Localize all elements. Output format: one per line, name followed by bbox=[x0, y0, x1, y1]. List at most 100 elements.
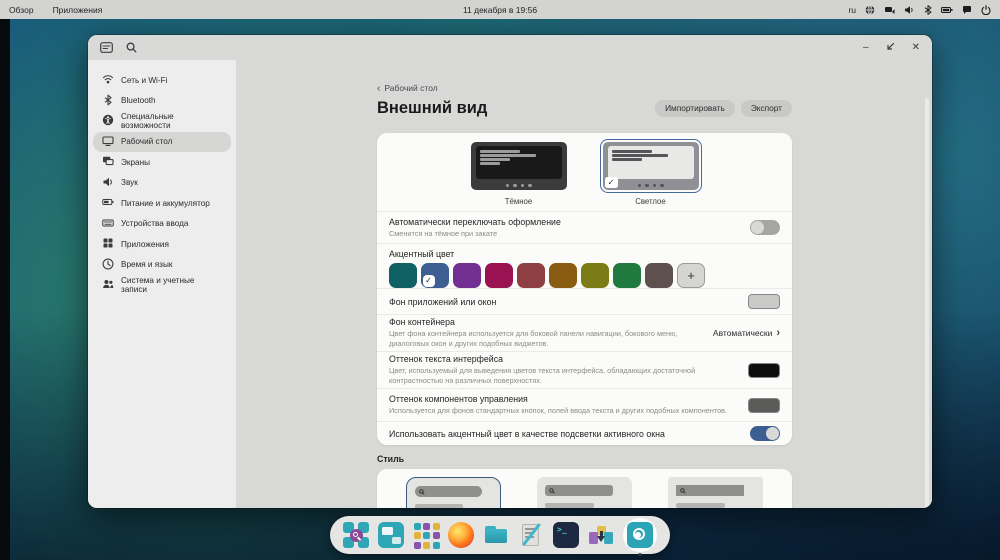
breadcrumb-label[interactable]: Рабочий стол bbox=[384, 83, 437, 93]
text-editor-icon[interactable] bbox=[518, 522, 544, 548]
accent-swatch-amber[interactable] bbox=[549, 263, 577, 288]
accent-swatch-blue-selected[interactable]: ✓ bbox=[421, 263, 449, 288]
accent-swatch-olive[interactable] bbox=[581, 263, 609, 288]
appearance-card: Тёмное ✓ Светлое Автоматически переключа… bbox=[377, 133, 792, 445]
style-preview-straight bbox=[668, 477, 763, 508]
import-button[interactable]: Импортировать bbox=[655, 99, 735, 117]
style-option-straight[interactable]: Прямой bbox=[668, 477, 763, 508]
controls-tint-row: Оттенок компонентов управления Используе… bbox=[377, 388, 792, 421]
sidebar-item-label: Рабочий стол bbox=[121, 137, 173, 147]
close-button[interactable]: ✕ bbox=[912, 42, 920, 53]
text-tint-title: Оттенок текста интерфейса bbox=[389, 354, 503, 365]
sidebar-item-applications[interactable]: Приложения bbox=[93, 234, 231, 255]
keyboard-layout-indicator[interactable]: ru bbox=[848, 5, 856, 15]
page-title: Внешний вид bbox=[377, 98, 488, 117]
style-option-slightly-round[interactable]: Слегка округлый bbox=[537, 477, 632, 508]
theme-option-dark[interactable]: Тёмное bbox=[468, 139, 570, 206]
minimize-button[interactable]: – bbox=[863, 42, 869, 53]
sidebar-item-accounts[interactable]: Система и учетные записи bbox=[93, 275, 231, 296]
window-controls: – ✕ bbox=[863, 42, 920, 54]
desktop-icon bbox=[102, 135, 121, 149]
app-background-swatch[interactable] bbox=[748, 294, 780, 309]
activities-search-icon[interactable] bbox=[343, 522, 369, 548]
style-card: ✓ Округлый Слегка округлый bbox=[377, 469, 792, 508]
sidebar-item-label: Система и учетные записи bbox=[121, 276, 195, 295]
sidebar-item-label: Экраны bbox=[121, 157, 150, 167]
window-list-icon[interactable] bbox=[100, 42, 113, 53]
sidebar-item-accessibility[interactable]: Специальные возможности bbox=[93, 111, 231, 132]
sidebar-item-desktop[interactable]: Рабочий стол bbox=[93, 131, 231, 152]
window-titlebar[interactable]: – ✕ bbox=[88, 35, 932, 60]
sidebar-item-power[interactable]: Питание и аккумулятор bbox=[93, 193, 231, 214]
accent-swatch-purple[interactable] bbox=[453, 263, 481, 288]
bluetooth-icon[interactable] bbox=[924, 4, 932, 15]
sidebar-item-displays[interactable]: Экраны bbox=[93, 152, 231, 173]
window-tiling-icon[interactable] bbox=[378, 522, 404, 548]
globe-icon[interactable] bbox=[865, 4, 875, 15]
selected-check-icon: ✓ bbox=[422, 274, 435, 287]
controls-tint-swatch[interactable] bbox=[748, 397, 780, 413]
accent-swatch-taupe[interactable] bbox=[645, 263, 673, 288]
sidebar-item-input-devices[interactable]: Устройства ввода bbox=[93, 214, 231, 235]
firefox-icon[interactable] bbox=[448, 522, 474, 548]
bluetooth-icon bbox=[102, 94, 121, 108]
dark-theme-preview bbox=[470, 142, 567, 190]
accent-swatch-teal[interactable] bbox=[389, 263, 417, 288]
style-preview-round: ✓ bbox=[406, 477, 501, 508]
software-store-icon[interactable] bbox=[588, 522, 614, 548]
accent-highlight-toggle[interactable] bbox=[750, 426, 780, 441]
files-icon[interactable] bbox=[483, 522, 509, 548]
restore-button[interactable] bbox=[886, 42, 895, 54]
accessibility-icon bbox=[102, 114, 121, 128]
back-chevron-icon[interactable]: ‹ bbox=[377, 83, 380, 94]
accent-swatch-crimson[interactable] bbox=[485, 263, 513, 288]
sidebar-item-time-language[interactable]: Время и язык bbox=[93, 255, 231, 276]
accent-swatch-brick[interactable] bbox=[517, 263, 545, 288]
export-button[interactable]: Экспорт bbox=[740, 99, 792, 117]
theme-selector-row: Тёмное ✓ Светлое bbox=[377, 133, 792, 211]
battery-icon bbox=[102, 196, 121, 210]
theme-label: Светлое bbox=[635, 197, 666, 206]
settings-icon[interactable] bbox=[627, 522, 653, 548]
add-accent-color-button[interactable]: + bbox=[677, 263, 705, 288]
sidebar-item-label: Время и язык bbox=[121, 260, 173, 270]
terminal-icon[interactable]: >_ bbox=[553, 522, 579, 548]
settings-sidebar: Сеть и Wi-Fi Bluetooth Специальные возмо… bbox=[88, 60, 236, 508]
top-bar: Обзор Приложения 11 декабря в 19:56 ru bbox=[0, 0, 1000, 19]
sidebar-item-label: Приложения bbox=[121, 239, 169, 249]
sidebar-item-label: Звук bbox=[121, 178, 138, 188]
power-icon[interactable] bbox=[981, 4, 991, 15]
battery-icon[interactable] bbox=[941, 5, 953, 15]
wifi-icon bbox=[102, 73, 121, 87]
users-icon bbox=[102, 278, 121, 292]
controls-tint-subtitle: Используется для фонов стандартных кнопо… bbox=[389, 406, 728, 416]
breadcrumb[interactable]: ‹ Рабочий стол bbox=[377, 82, 792, 94]
sidebar-item-sound[interactable]: Звук bbox=[93, 173, 231, 194]
settings-active-highlight[interactable] bbox=[623, 518, 657, 556]
scrollbar[interactable] bbox=[925, 98, 929, 508]
accent-swatch-green[interactable] bbox=[613, 263, 641, 288]
text-tint-subtitle: Цвет, используемый для выведения цветов … bbox=[389, 366, 696, 385]
app-grid-icon bbox=[102, 237, 121, 251]
text-tint-swatch[interactable] bbox=[748, 362, 780, 378]
sidebar-item-label: Специальные возможности bbox=[121, 112, 174, 131]
accent-highlight-title: Использовать акцентный цвет в качестве п… bbox=[389, 428, 665, 439]
auto-switch-title: Автоматически переключать оформление bbox=[389, 216, 561, 227]
style-option-round[interactable]: ✓ Округлый bbox=[406, 477, 501, 508]
app-background-title: Фон приложений или окон bbox=[389, 296, 497, 307]
volume-icon[interactable] bbox=[904, 5, 915, 15]
sidebar-item-bluetooth[interactable]: Bluetooth bbox=[93, 91, 231, 112]
sidebar-item-label: Сеть и Wi-Fi bbox=[121, 75, 168, 85]
status-tray: ru bbox=[848, 5, 991, 15]
settings-content: ‹ Рабочий стол Внешний вид Импортировать… bbox=[236, 60, 932, 508]
network-icon[interactable] bbox=[884, 5, 895, 15]
auto-switch-toggle[interactable] bbox=[750, 220, 780, 235]
theme-option-light[interactable]: ✓ Светлое bbox=[599, 139, 702, 206]
notifications-icon[interactable] bbox=[962, 5, 972, 15]
container-background-row[interactable]: Фон контейнера Цвет фона контейнера испо… bbox=[377, 314, 792, 351]
accent-color-label: Акцентный цвет bbox=[389, 249, 455, 259]
sidebar-item-network[interactable]: Сеть и Wi-Fi bbox=[93, 70, 231, 91]
wallpaper-dark-edge bbox=[0, 19, 10, 560]
search-icon[interactable] bbox=[126, 42, 137, 53]
app-grid-icon[interactable] bbox=[413, 522, 440, 549]
